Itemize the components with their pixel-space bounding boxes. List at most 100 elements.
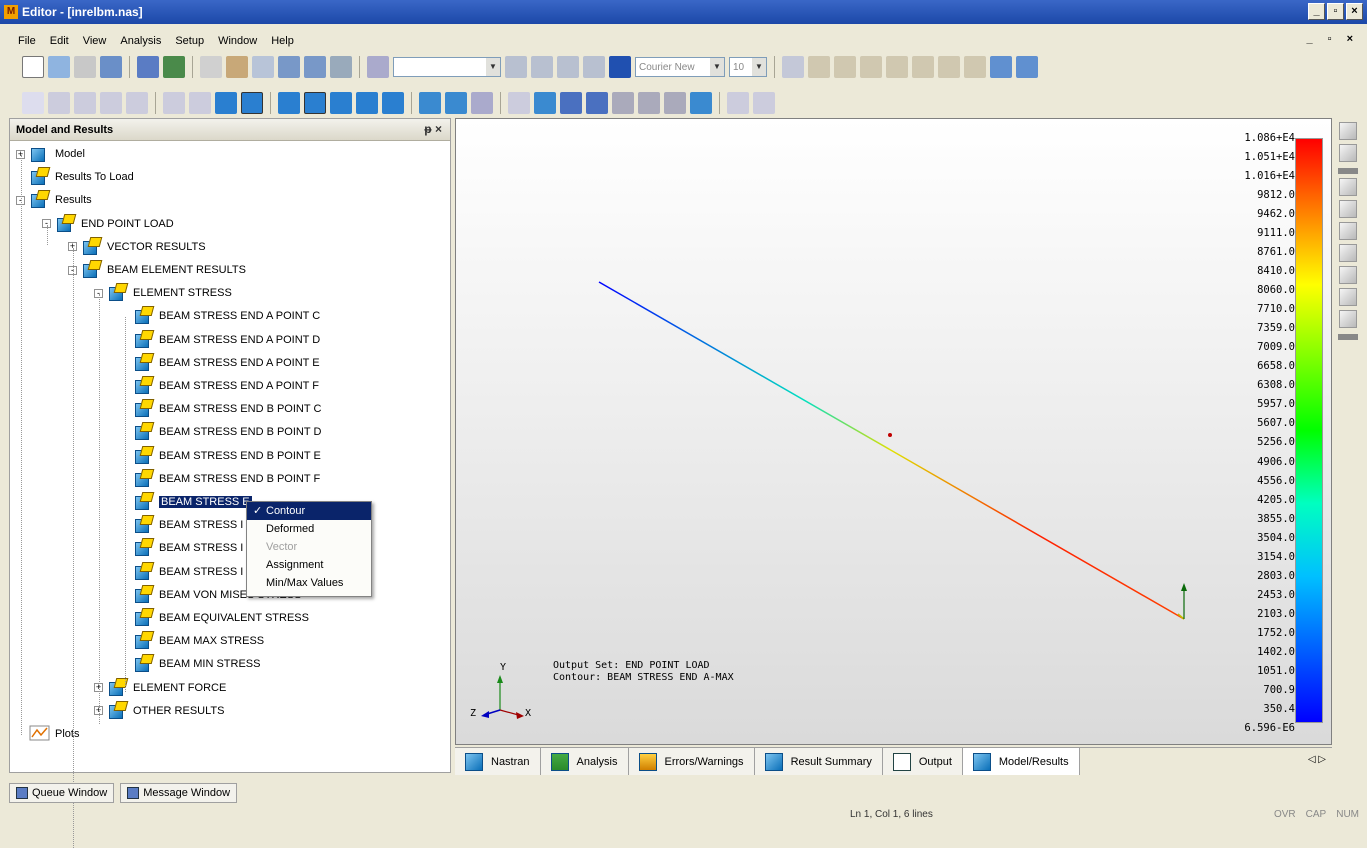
tree-beam-equivalent[interactable]: BEAM EQUIVALENT STRESS bbox=[120, 607, 309, 629]
grid-icon[interactable] bbox=[964, 56, 986, 78]
tree-beam-stress-i-1[interactable]: BEAM STRESS I bbox=[120, 514, 243, 536]
cut-icon[interactable] bbox=[200, 56, 222, 78]
tree-beam-stress-a-e[interactable]: BEAM STRESS END A POINT E bbox=[120, 352, 320, 374]
fit-icon[interactable] bbox=[74, 92, 96, 114]
tree-results[interactable]: - Results bbox=[16, 189, 92, 211]
view-shaded-icon[interactable] bbox=[1339, 310, 1357, 328]
tab-nastran[interactable]: Nastran bbox=[455, 748, 541, 775]
tab-errors-warnings[interactable]: Errors/Warnings bbox=[628, 748, 755, 775]
tree-other-results[interactable]: + OTHER RESULTS bbox=[94, 700, 224, 722]
mdi-controls[interactable]: _ ▫ × bbox=[1306, 33, 1359, 45]
sigma-icon[interactable] bbox=[938, 56, 960, 78]
font-size-combo[interactable]: 10 ▼ bbox=[729, 57, 767, 77]
formula-icon[interactable] bbox=[782, 56, 804, 78]
paste-icon[interactable] bbox=[252, 56, 274, 78]
sum-icon[interactable] bbox=[886, 56, 908, 78]
menu-file[interactable]: File bbox=[18, 35, 36, 47]
comment-icon[interactable] bbox=[557, 56, 579, 78]
settings-icon[interactable] bbox=[1016, 56, 1038, 78]
view-iso-icon[interactable] bbox=[1339, 122, 1357, 140]
tree-beam-stress-a-f[interactable]: BEAM STRESS END A POINT F bbox=[120, 375, 319, 397]
chart-icon[interactable] bbox=[727, 92, 749, 114]
cube-d-icon[interactable] bbox=[356, 92, 378, 114]
tab-scroll-arrows[interactable]: ◁ ▷ bbox=[1308, 754, 1326, 765]
model-cube-icon[interactable] bbox=[215, 92, 237, 114]
tree-end-point-load[interactable]: - END POINT LOAD bbox=[42, 213, 174, 235]
cube-a-icon[interactable] bbox=[278, 92, 300, 114]
copy-icon[interactable] bbox=[226, 56, 248, 78]
pan-icon[interactable] bbox=[100, 92, 122, 114]
spc-icon[interactable] bbox=[753, 92, 775, 114]
stress-icon[interactable] bbox=[808, 56, 830, 78]
indent-icon[interactable] bbox=[505, 56, 527, 78]
view-left-icon[interactable] bbox=[1339, 266, 1357, 284]
tree-beam-stress-a-c[interactable]: BEAM STRESS END A POINT C bbox=[120, 305, 320, 327]
cube-e-icon[interactable] bbox=[382, 92, 404, 114]
menu-window[interactable]: Window bbox=[218, 35, 257, 47]
new-file-icon[interactable] bbox=[22, 56, 44, 78]
tree-model[interactable]: + Model bbox=[16, 143, 85, 165]
tree-beam-stress-a-d[interactable]: BEAM STRESS END A POINT D bbox=[120, 329, 320, 351]
view-back-icon[interactable] bbox=[1339, 244, 1357, 262]
ctx-deformed[interactable]: Deformed bbox=[247, 520, 371, 538]
stack-down-icon[interactable] bbox=[638, 92, 660, 114]
tree-beam-stress-b-f[interactable]: BEAM STRESS END B POINT F bbox=[120, 468, 320, 490]
queue-window-button[interactable]: Queue Window bbox=[9, 783, 115, 803]
tree-beam-stress-i-2[interactable]: BEAM STRESS I bbox=[120, 537, 243, 559]
menu-analysis[interactable]: Analysis bbox=[120, 35, 161, 47]
ctx-contour[interactable]: ✓ Contour bbox=[247, 502, 371, 520]
tree-plots[interactable]: Plots bbox=[16, 723, 79, 745]
matrix-icon[interactable] bbox=[912, 56, 934, 78]
menu-view[interactable]: View bbox=[83, 35, 107, 47]
columns-icon[interactable] bbox=[609, 56, 631, 78]
undo-icon[interactable] bbox=[278, 56, 300, 78]
clear-icon[interactable] bbox=[74, 56, 96, 78]
beam-element[interactable] bbox=[598, 281, 1185, 620]
tree-element-stress[interactable]: - ELEMENT STRESS bbox=[94, 282, 232, 304]
results-load-icon[interactable] bbox=[534, 92, 556, 114]
arrow-left-icon[interactable] bbox=[560, 92, 582, 114]
stack-up-icon[interactable] bbox=[612, 92, 634, 114]
view-icon[interactable] bbox=[163, 92, 185, 114]
search-combo[interactable]: ▼ bbox=[393, 57, 501, 77]
view-front-icon[interactable] bbox=[1339, 222, 1357, 240]
strip-collapse[interactable] bbox=[1338, 168, 1358, 174]
tools-icon[interactable] bbox=[990, 56, 1012, 78]
load-icon[interactable] bbox=[445, 92, 467, 114]
tree-beam-stress-selected[interactable]: BEAM STRESS E bbox=[120, 491, 252, 513]
panel-close-icon[interactable]: × bbox=[435, 122, 442, 136]
zoom-icon[interactable] bbox=[48, 92, 70, 114]
ctx-minmax-values[interactable]: Min/Max Values bbox=[247, 574, 371, 592]
select-icon[interactable] bbox=[22, 92, 44, 114]
menu-help[interactable]: Help bbox=[271, 35, 294, 47]
view-right-icon[interactable] bbox=[1339, 288, 1357, 306]
ctx-assignment[interactable]: Assignment bbox=[247, 556, 371, 574]
cube-b-icon[interactable] bbox=[304, 92, 326, 114]
tree-vector-results[interactable]: + VECTOR RESULTS bbox=[68, 236, 206, 258]
message-window-button[interactable]: Message Window bbox=[120, 783, 238, 803]
redo-icon[interactable] bbox=[304, 56, 326, 78]
uncomment-icon[interactable] bbox=[583, 56, 605, 78]
strip-collapse-2[interactable] bbox=[1338, 334, 1358, 340]
tree-element-force[interactable]: + ELEMENT FORCE bbox=[94, 677, 226, 699]
view-solid-icon[interactable] bbox=[1339, 144, 1357, 162]
tree-beam-min[interactable]: BEAM MIN STRESS bbox=[120, 653, 260, 675]
font-combo[interactable]: Courier New ▼ bbox=[635, 57, 725, 77]
results-cube-icon[interactable] bbox=[241, 92, 263, 114]
menu-edit[interactable]: Edit bbox=[50, 35, 69, 47]
maximize-button[interactable]: ▫ bbox=[1327, 3, 1344, 20]
view-top-icon[interactable] bbox=[1339, 178, 1357, 196]
print-preview-icon[interactable] bbox=[163, 56, 185, 78]
rotate-icon[interactable] bbox=[126, 92, 148, 114]
close-button[interactable]: × bbox=[1346, 3, 1363, 20]
bookmark-icon[interactable] bbox=[367, 56, 389, 78]
epsilon-icon[interactable] bbox=[834, 56, 856, 78]
tree-beam-stress-b-e[interactable]: BEAM STRESS END B POINT E bbox=[120, 445, 321, 467]
arrow-right-icon[interactable] bbox=[586, 92, 608, 114]
box-icon[interactable] bbox=[508, 92, 530, 114]
tab-model-results[interactable]: Model/Results bbox=[962, 748, 1080, 775]
tab-analysis[interactable]: Analysis bbox=[540, 748, 629, 775]
cube-c-icon[interactable] bbox=[330, 92, 352, 114]
tree-beam-stress-b-c[interactable]: BEAM STRESS END B POINT C bbox=[120, 398, 321, 420]
tree-beam-stress-b-d[interactable]: BEAM STRESS END B POINT D bbox=[120, 421, 321, 443]
